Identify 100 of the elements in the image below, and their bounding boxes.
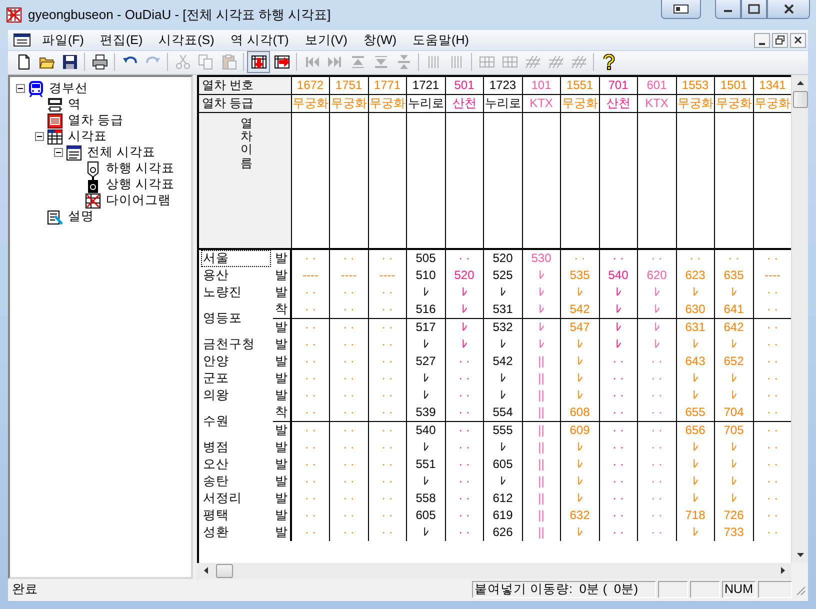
time-cell[interactable]: · · <box>304 370 316 385</box>
minimize-button[interactable] <box>754 32 770 48</box>
time-cell[interactable]: ﾚ <box>576 388 583 402</box>
time-cell[interactable]: 542 <box>492 354 513 368</box>
time-cell[interactable]: 632 <box>570 508 590 522</box>
time-cell[interactable]: · · <box>304 302 316 316</box>
time-cell[interactable]: ﾚ <box>730 388 737 402</box>
time-cell[interactable]: · · <box>458 490 470 505</box>
time-cell[interactable]: · · <box>458 422 470 437</box>
time-cell[interactable]: · · <box>382 370 393 385</box>
station-name[interactable]: 안양 <box>201 352 231 370</box>
close-button[interactable] <box>767 0 810 19</box>
time-cell[interactable]: · · <box>458 440 470 454</box>
time-cell[interactable]: ﾚ <box>576 370 583 385</box>
vertical-scrollbar[interactable] <box>791 74 808 563</box>
time-cell[interactable]: · · <box>458 474 470 488</box>
time-cell[interactable]: || <box>538 440 544 454</box>
tree-item[interactable]: 시각표 <box>66 128 109 146</box>
time-cell[interactable]: ﾚ <box>730 284 737 299</box>
time-cell[interactable]: · · <box>651 388 662 402</box>
time-cell[interactable]: · · <box>304 422 316 437</box>
time-cell[interactable]: ﾚ <box>576 524 583 539</box>
time-cell[interactable]: ﾚ <box>615 302 622 316</box>
time-cell[interactable]: · · <box>651 354 662 368</box>
time-cell[interactable]: · · <box>343 336 354 351</box>
time-cell[interactable]: 626 <box>492 524 513 539</box>
time-cell[interactable]: 718 <box>685 508 706 522</box>
time-cell[interactable]: ﾚ <box>576 336 583 351</box>
time-cell[interactable]: ﾚ <box>422 440 429 454</box>
time-cell[interactable]: · · <box>382 336 393 351</box>
time-cell[interactable]: ﾚ <box>576 474 583 488</box>
time-cell[interactable]: · · <box>304 388 316 402</box>
time-cell[interactable]: ﾚ <box>730 456 737 471</box>
time-cell[interactable]: ﾚ <box>461 320 468 334</box>
time-cell[interactable]: · · <box>612 456 624 471</box>
time-cell[interactable]: · · <box>766 490 778 505</box>
time-cell[interactable]: 623 <box>685 268 706 282</box>
time-cell[interactable]: ﾚ <box>500 474 506 488</box>
time-cell[interactable]: · · <box>612 404 624 419</box>
time-cell[interactable]: ﾚ <box>422 370 429 385</box>
time-cell[interactable]: 535 <box>570 268 590 282</box>
time-cell[interactable]: ﾚ <box>422 388 429 402</box>
time-cell[interactable]: 539 <box>416 404 436 419</box>
time-cell[interactable]: · · <box>382 508 393 522</box>
time-cell[interactable]: · · <box>304 354 316 368</box>
time-cell[interactable]: ﾚ <box>654 302 660 316</box>
time-cell[interactable]: 532 <box>492 320 513 334</box>
time-cell[interactable]: · · <box>766 284 778 299</box>
time-cell[interactable]: 520 <box>492 250 513 265</box>
time-cell[interactable]: 510 <box>416 268 436 282</box>
time-cell[interactable]: 555 <box>492 422 513 437</box>
time-cell[interactable]: || <box>538 388 544 402</box>
time-cell[interactable]: · · <box>612 388 624 402</box>
menu-item[interactable]: 시각표(S) <box>150 30 222 50</box>
time-cell[interactable]: ﾚ <box>692 440 698 454</box>
time-cell[interactable]: · · <box>612 440 624 454</box>
time-cell[interactable]: · · <box>304 320 316 334</box>
time-cell[interactable]: · · <box>651 370 662 385</box>
scroll-left-icon[interactable] <box>204 567 208 574</box>
time-cell[interactable]: 605 <box>416 508 436 522</box>
close-button[interactable] <box>790 32 806 48</box>
collapse-icon[interactable] <box>16 84 25 94</box>
time-cell[interactable]: · · <box>612 354 624 368</box>
time-cell[interactable]: · · <box>766 250 778 265</box>
time-cell[interactable]: ﾚ <box>730 474 737 488</box>
time-cell[interactable]: || <box>538 354 544 368</box>
station-name[interactable]: 용산 <box>201 266 231 284</box>
time-cell[interactable]: 643 <box>685 354 706 368</box>
time-cell[interactable]: ﾚ <box>422 524 429 539</box>
time-cell[interactable]: · · <box>612 370 624 385</box>
time-cell[interactable]: ﾚ <box>692 474 698 488</box>
time-cell[interactable]: · · <box>651 508 662 522</box>
time-cell[interactable]: · · <box>458 456 470 471</box>
time-cell[interactable]: ﾚ <box>422 336 429 351</box>
time-cell[interactable]: ﾚ <box>692 388 698 402</box>
time-cell[interactable]: · · <box>766 370 778 385</box>
time-cell[interactable]: · · <box>304 508 316 522</box>
time-cell[interactable]: · · <box>343 370 354 385</box>
time-cell[interactable]: · · <box>651 524 662 539</box>
time-cell[interactable]: || <box>538 508 544 522</box>
time-cell[interactable]: · · <box>343 354 354 368</box>
time-cell[interactable]: · · <box>343 284 354 299</box>
time-cell[interactable]: · · <box>304 440 316 454</box>
time-cell[interactable]: · · <box>382 320 393 334</box>
time-cell[interactable]: 642 <box>724 320 744 334</box>
time-cell[interactable]: · · <box>766 422 778 437</box>
scroll-thumb[interactable] <box>216 564 233 578</box>
time-cell[interactable]: · · <box>612 422 624 437</box>
time-cell[interactable]: 605 <box>492 456 513 471</box>
scroll-up-icon[interactable] <box>797 80 804 85</box>
time-cell[interactable]: · · <box>382 474 393 488</box>
time-cell[interactable]: · · <box>766 388 778 402</box>
time-cell[interactable]: 619 <box>492 508 513 522</box>
time-cell[interactable]: ﾚ <box>461 284 468 299</box>
time-cell[interactable]: ﾚ <box>500 284 506 299</box>
station-name[interactable]: 금천구청 <box>201 336 257 353</box>
time-cell[interactable]: · · <box>343 474 354 488</box>
time-cell[interactable]: 551 <box>416 456 436 471</box>
menu-item[interactable]: 파일(F) <box>34 30 92 50</box>
time-cell[interactable]: · · <box>382 354 393 368</box>
